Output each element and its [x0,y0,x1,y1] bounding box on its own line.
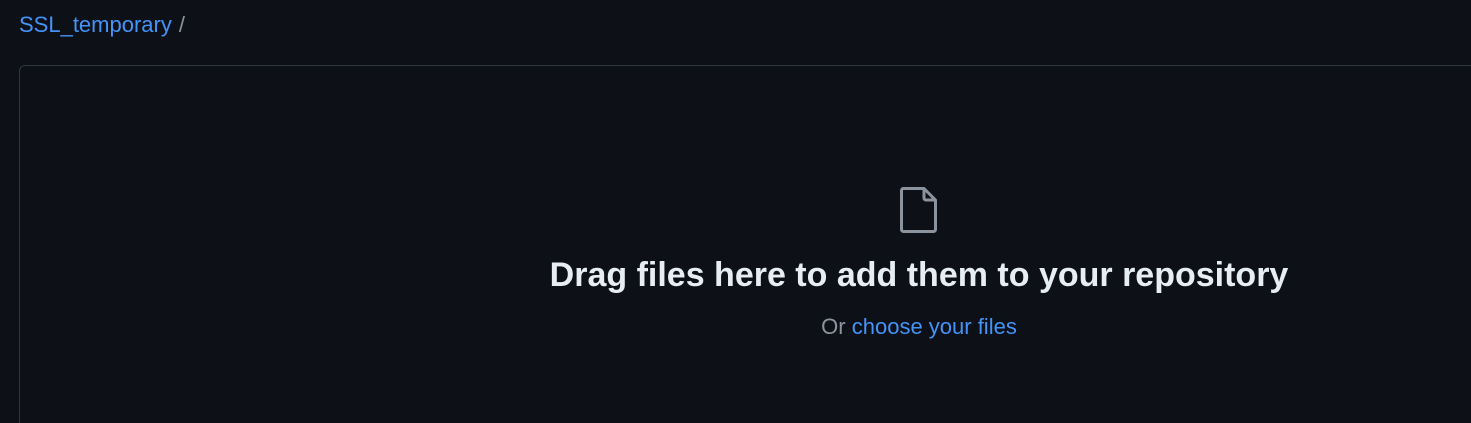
drop-zone-subtitle: Or choose your files [0,314,1471,340]
drop-zone-title: Drag files here to add them to your repo… [549,256,1289,294]
breadcrumb-repo-link[interactable]: SSL_temporary [19,12,172,38]
file-drop-zone[interactable] [19,65,1471,423]
breadcrumb: SSL_temporary / [19,10,185,40]
file-icon [900,187,937,233]
choose-files-link[interactable]: choose your files [852,314,1017,339]
breadcrumb-separator: / [178,12,185,37]
upload-page: SSL_temporary / Drag files here to add t… [0,0,1471,423]
drop-zone-or-text: Or [821,314,846,339]
